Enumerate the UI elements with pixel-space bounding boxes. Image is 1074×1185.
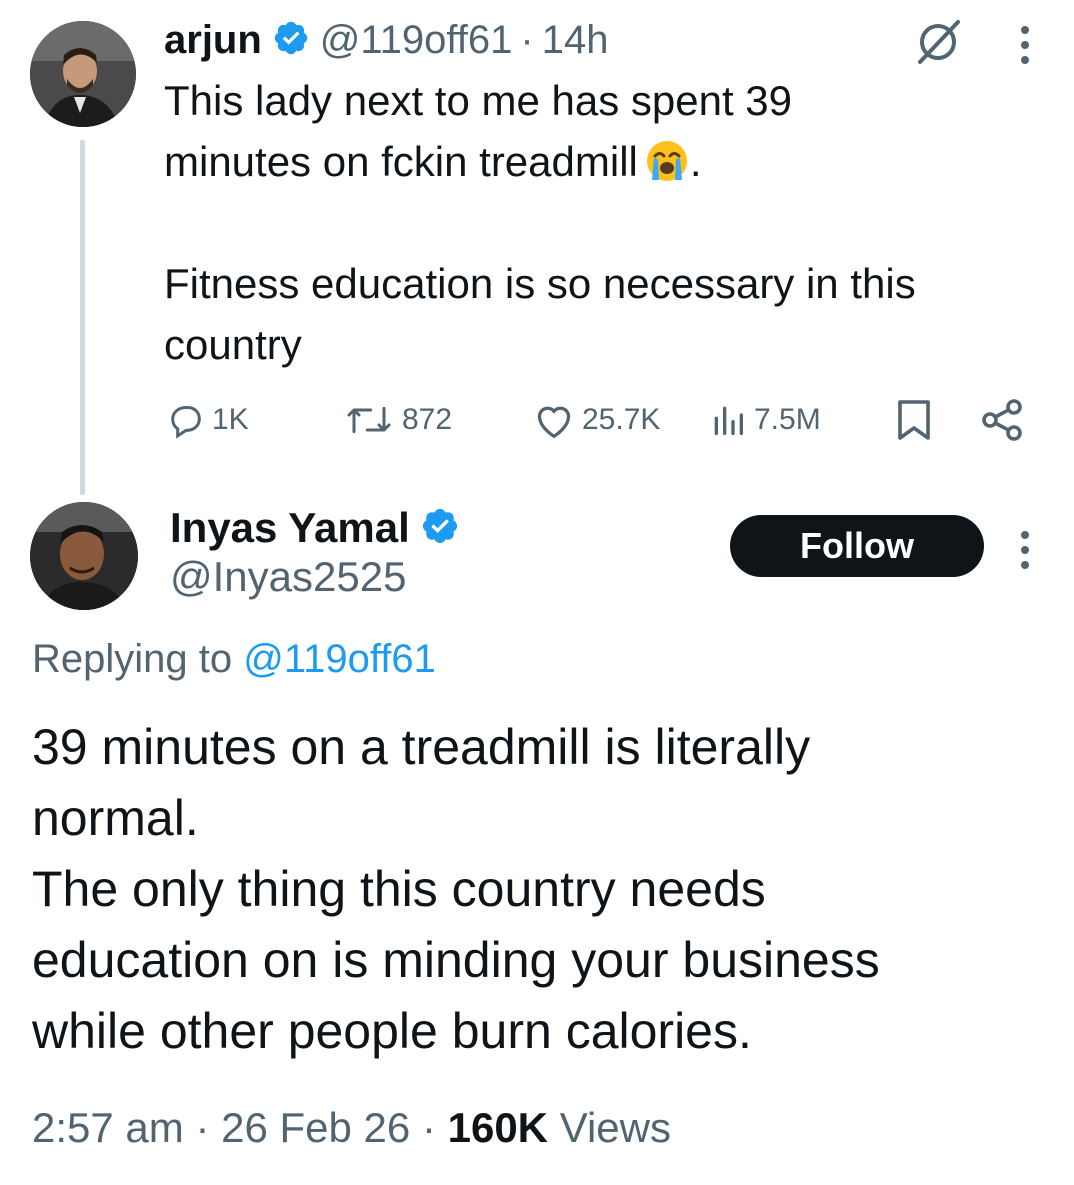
- tweet1-text: This lady next to me has spent 39 minute…: [164, 70, 1044, 375]
- heart-icon: [537, 406, 571, 439]
- reply-icon: [171, 406, 201, 439]
- retweet-icon: [347, 406, 391, 434]
- tweet2-author-name[interactable]: Inyas Yamal: [170, 504, 410, 552]
- separator-dot: ·: [421, 1104, 436, 1151]
- tweet2-views-count: 160K: [447, 1104, 549, 1151]
- replying-to-mention-link[interactable]: @119off61: [243, 637, 436, 681]
- tweet2-text: 39 minutes on a treadmill is literally n…: [32, 712, 1042, 1067]
- verified-badge-icon: [420, 506, 460, 551]
- share-icon[interactable]: [978, 396, 1026, 449]
- avatar-inyas-yamal[interactable]: [30, 502, 138, 610]
- tweet1-text-line: country: [164, 321, 302, 368]
- tweet1-text-line: [164, 192, 1044, 253]
- views-chart-icon: [714, 406, 743, 435]
- like-button[interactable]: 25.7K: [532, 396, 660, 444]
- tweet2-author-row: Inyas Yamal: [170, 500, 470, 556]
- tweet1-timestamp[interactable]: 14h: [542, 18, 609, 63]
- separator-dot: ·: [520, 17, 534, 62]
- tweet2-text-line: 39 minutes on a treadmill is literally: [32, 719, 811, 775]
- tweet2-text-line: The only thing this country needs: [32, 861, 766, 917]
- tweet1-text-segment: .: [689, 138, 702, 185]
- tweet1-author-handle[interactable]: @119off61: [320, 18, 513, 63]
- separator-dot: ·: [195, 1104, 210, 1151]
- tweet1-text-segment: minutes on fckin treadmill: [164, 138, 638, 185]
- more-options-icon[interactable]: [1005, 525, 1045, 575]
- bookmark-icon[interactable]: [892, 396, 936, 449]
- tweet2-meta: 2:57 am · 26 Feb 26 · 160K Views: [32, 1104, 671, 1152]
- views-button[interactable]: 7.5M: [708, 396, 821, 444]
- replying-to-label: Replying to: [32, 637, 233, 681]
- retweet-count: 872: [402, 403, 453, 436]
- reply-button[interactable]: 1K: [166, 396, 249, 444]
- tweet2-text-line: normal.: [32, 790, 199, 846]
- follow-button[interactable]: Follow: [730, 515, 984, 577]
- tweet1-text-line: Fitness education is so necessary in thi…: [164, 260, 916, 307]
- more-options-icon[interactable]: [1005, 20, 1045, 70]
- thread-line: [80, 140, 85, 495]
- loudly-crying-face-emoji-icon: [644, 138, 690, 184]
- tweet1-text-line: This lady next to me has spent 39: [164, 77, 793, 124]
- reply-count: 1K: [212, 403, 249, 436]
- avatar-arjun[interactable]: [30, 21, 136, 127]
- replying-to: Replying to @119off61: [32, 637, 436, 682]
- tweet2-time[interactable]: 2:57 am: [32, 1104, 184, 1151]
- views-count: 7.5M: [754, 403, 821, 436]
- tweet2-views-label: Views: [559, 1104, 671, 1151]
- tweet2-date[interactable]: 26 Feb 26: [221, 1104, 410, 1151]
- tweet1-header: arjun @119off61 · 14h: [164, 12, 609, 68]
- tweet2-text-line: while other people burn calories.: [32, 1003, 752, 1059]
- tweet1-text-line: minutes on fckin treadmill.: [164, 131, 1044, 192]
- tweet2-author-handle[interactable]: @Inyas2525: [170, 553, 406, 601]
- like-count: 25.7K: [582, 403, 661, 436]
- tweet2-text-line: education on is minding your business: [32, 932, 880, 988]
- grok-icon[interactable]: [912, 16, 964, 68]
- retweet-button[interactable]: 872: [342, 396, 452, 444]
- verified-badge-icon: [272, 19, 310, 62]
- tweet1-author-name[interactable]: arjun: [164, 18, 262, 63]
